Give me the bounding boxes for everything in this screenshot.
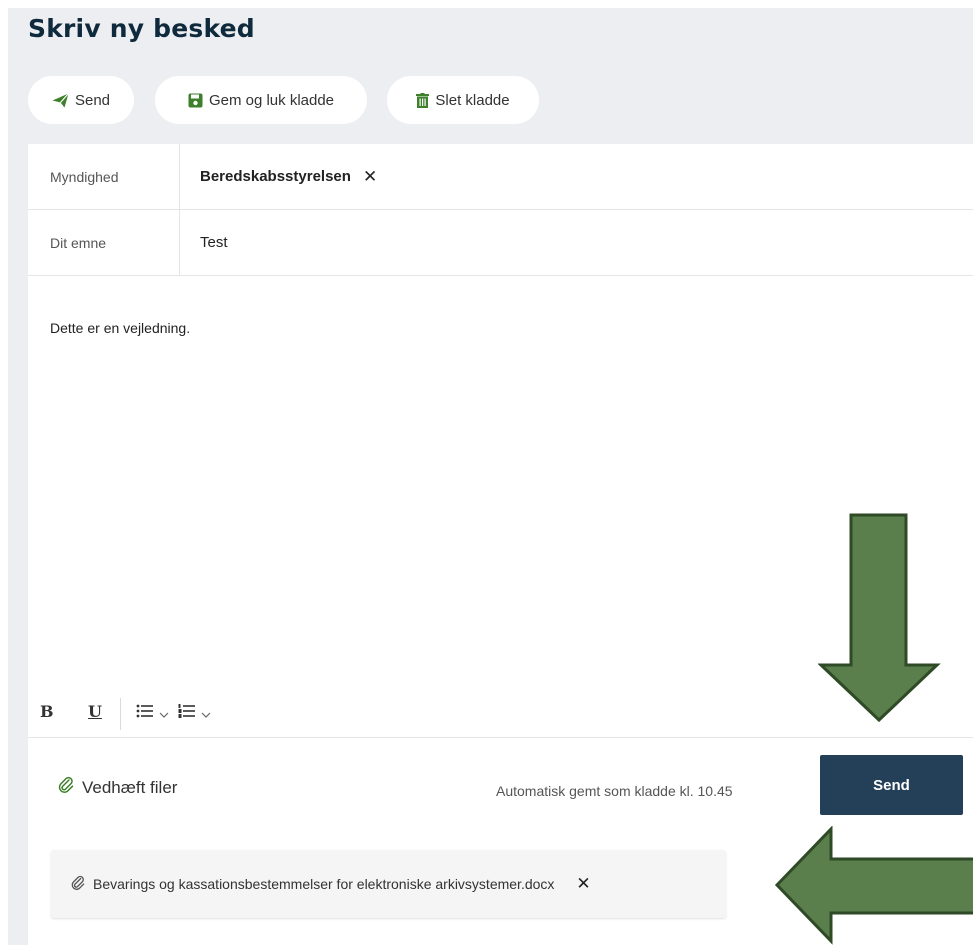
remove-authority-icon[interactable]: ✕ <box>363 167 377 187</box>
page-title: Skriv ny besked <box>28 14 255 43</box>
attach-files-label: Vedhæft filer <box>82 777 178 797</box>
paperclip-icon <box>58 776 74 799</box>
underline-button[interactable]: U <box>88 702 102 721</box>
numbered-list-icon[interactable] <box>178 704 196 723</box>
subject-input[interactable]: Test <box>180 210 973 275</box>
trash-icon <box>416 92 430 108</box>
send-button[interactable]: Send <box>820 755 963 815</box>
authority-label: Myndighed <box>28 144 180 209</box>
save-close-draft-label: Gem og luk kladde <box>208 91 335 109</box>
numbered-list-chevron-icon[interactable] <box>201 706 211 724</box>
attachment-filename: Bevarings og kassationsbestemmelser for … <box>93 876 555 892</box>
remove-attachment-icon[interactable]: ✕ <box>576 874 590 894</box>
floppy-disk-icon <box>188 93 203 108</box>
message-body[interactable]: Dette er en vejledning. <box>50 320 190 336</box>
toolbar-divider <box>120 698 121 730</box>
down-arrow-annotation <box>818 513 941 723</box>
authority-row: Myndighed Beredskabsstyrelsen ✕ <box>28 144 973 210</box>
bullet-list-chevron-icon[interactable] <box>159 706 169 724</box>
attachment-item: Bevarings og kassationsbestemmelser for … <box>51 850 726 918</box>
attach-files-button[interactable]: Vedhæft filer <box>58 776 177 799</box>
delete-draft-button[interactable]: Slet kladde <box>387 76 539 124</box>
toolbar-send-button[interactable]: Send <box>28 76 134 124</box>
left-arrow-annotation <box>774 826 973 945</box>
authority-field[interactable]: Beredskabsstyrelsen ✕ <box>180 144 973 209</box>
autosave-status: Automatisk gemt som kladde kl. 10.45 <box>496 783 733 799</box>
compose-page: Skriv ny besked Send Gem og luk kladde S… <box>8 8 973 945</box>
subject-label: Dit emne <box>28 210 180 275</box>
paper-plane-icon <box>52 92 69 108</box>
attachment-paperclip-icon <box>71 875 85 894</box>
bullet-list-icon[interactable] <box>136 704 154 723</box>
delete-draft-label: Slet kladde <box>435 91 510 109</box>
subject-row: Dit emne Test <box>28 210 973 276</box>
bold-button[interactable]: B <box>40 702 54 721</box>
authority-chip: Beredskabsstyrelsen <box>200 168 351 185</box>
toolbar-send-label: Send <box>74 91 111 109</box>
save-close-draft-button[interactable]: Gem og luk kladde <box>155 76 367 124</box>
